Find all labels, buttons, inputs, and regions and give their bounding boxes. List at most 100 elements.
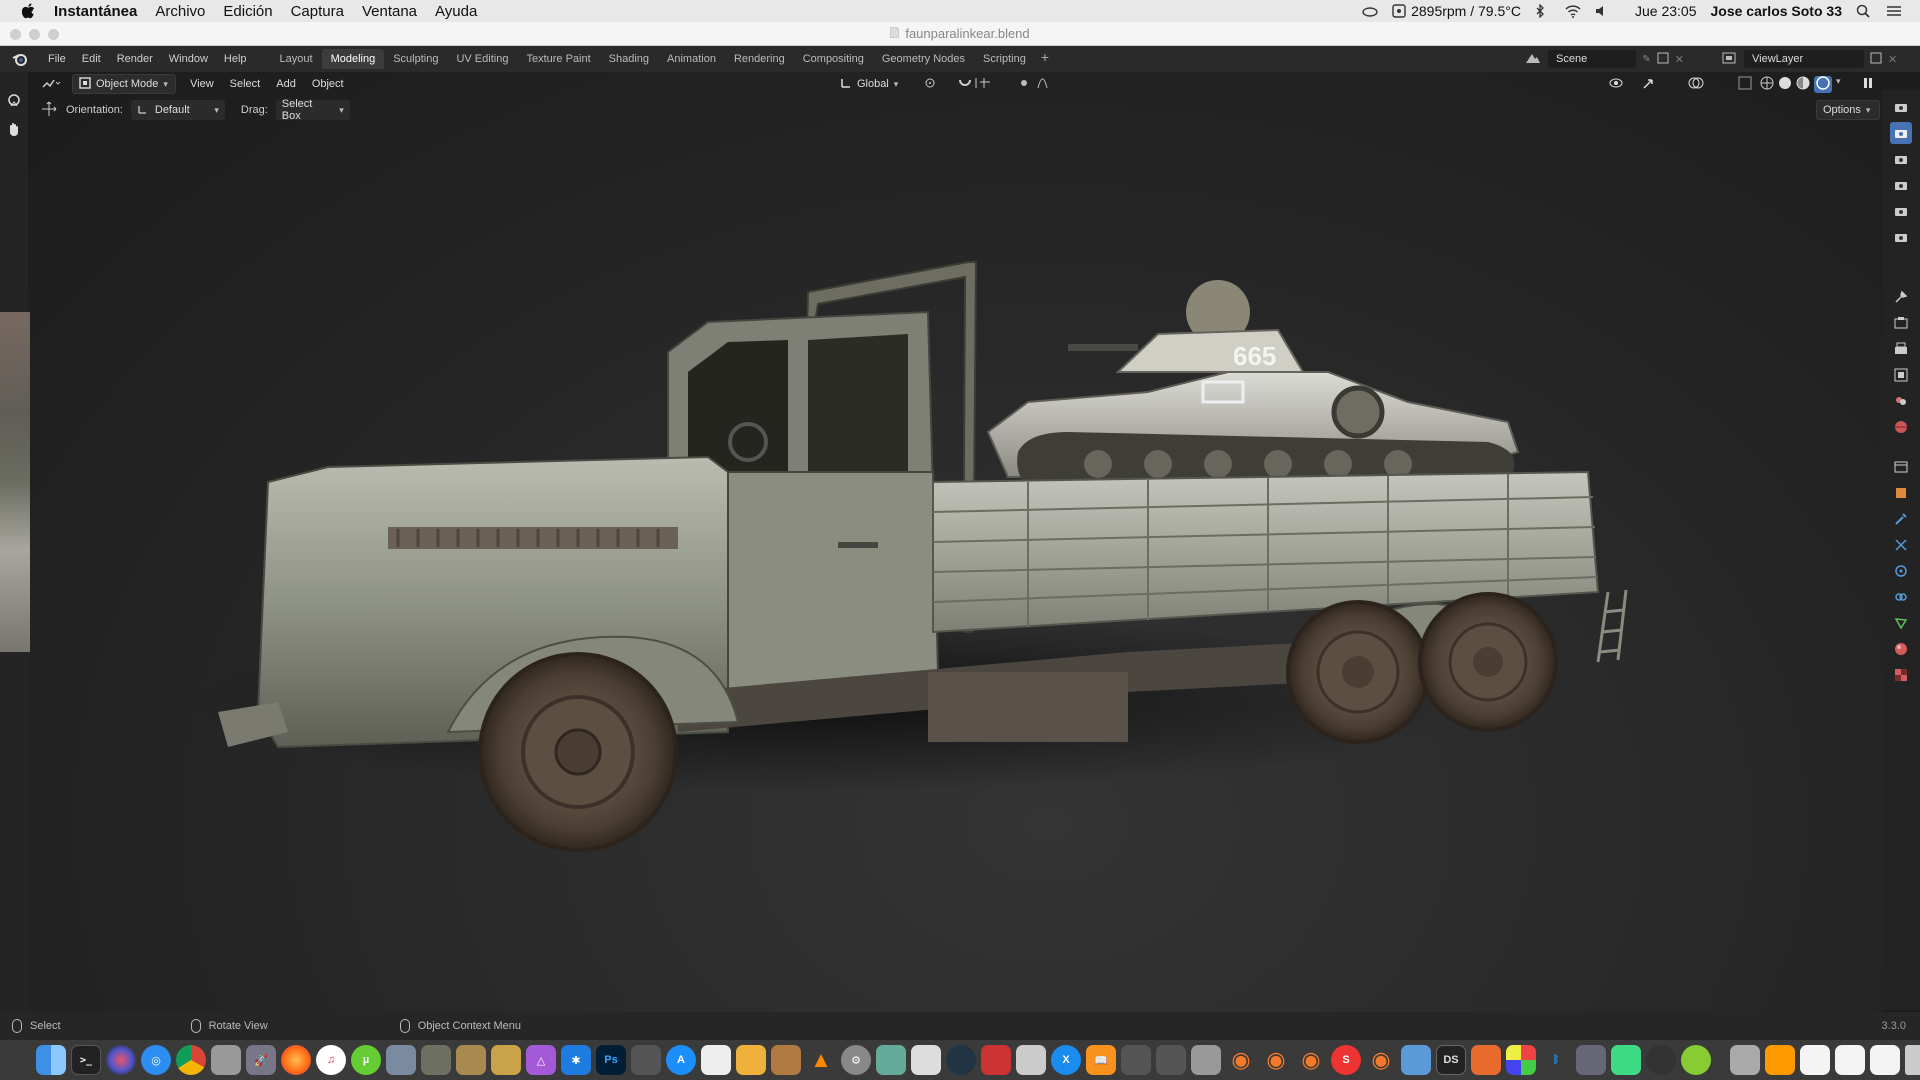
snap-icon[interactable] xyxy=(958,76,992,93)
app-icon[interactable] xyxy=(701,1045,731,1075)
app-icon[interactable] xyxy=(1506,1045,1536,1075)
scene-icon[interactable] xyxy=(1890,390,1912,412)
affinity-icon[interactable]: △ xyxy=(526,1045,556,1075)
camera-icon[interactable] xyxy=(1890,200,1912,222)
select-tool-icon[interactable] xyxy=(3,90,25,112)
blender-icon[interactable]: ◉ xyxy=(1261,1045,1291,1075)
app-icon[interactable] xyxy=(911,1045,941,1075)
tab-modeling[interactable]: Modeling xyxy=(321,49,385,69)
delete-view-layer-icon[interactable]: ✕ xyxy=(1888,53,1897,66)
rendered-shading-icon[interactable] xyxy=(1814,75,1832,93)
tab-compositing[interactable]: Compositing xyxy=(794,49,873,69)
app-icon[interactable] xyxy=(1191,1045,1221,1075)
drag-dropdown[interactable]: Select Box ▾ xyxy=(275,98,350,122)
app-icon[interactable] xyxy=(946,1045,976,1075)
cloud-icon[interactable] xyxy=(1362,4,1378,18)
object-mode-dropdown[interactable]: Object Mode ▾ xyxy=(72,74,176,94)
photoshop-icon[interactable]: Ps xyxy=(596,1045,626,1075)
app-icon[interactable] xyxy=(1681,1045,1711,1075)
chrome-icon[interactable] xyxy=(176,1045,206,1075)
music-icon[interactable]: ♫ xyxy=(316,1045,346,1075)
blender-logo-icon[interactable] xyxy=(10,50,30,68)
render-icon[interactable] xyxy=(1890,312,1912,334)
transform-orientation-dropdown[interactable]: Global ▾ xyxy=(834,74,904,94)
menu-view[interactable]: View xyxy=(182,78,222,90)
app-store-icon[interactable]: A xyxy=(666,1045,696,1075)
system-preferences-icon[interactable]: ⚙ xyxy=(841,1045,871,1075)
world-icon[interactable] xyxy=(1890,416,1912,438)
document-icon[interactable] xyxy=(1870,1045,1900,1075)
gizmo-toggle-icon[interactable] xyxy=(1642,76,1662,93)
pause-render-icon[interactable] xyxy=(1862,76,1874,93)
utorrent-icon[interactable]: µ xyxy=(351,1045,381,1075)
shading-options-icon[interactable]: ▾ xyxy=(1836,76,1841,93)
material-preview-icon[interactable] xyxy=(1796,76,1810,93)
data-icon[interactable] xyxy=(1890,612,1912,634)
editor-type-icon[interactable] xyxy=(40,76,62,93)
wifi-icon[interactable] xyxy=(1565,4,1581,18)
3d-viewport[interactable]: 665 xyxy=(28,72,1882,1012)
add-workspace-button[interactable]: + xyxy=(1035,49,1055,69)
menu-archivo[interactable]: Archivo xyxy=(155,3,205,20)
texture-icon[interactable] xyxy=(1890,664,1912,686)
apple-icon[interactable] xyxy=(18,0,40,22)
launchpad-icon[interactable]: 🚀 xyxy=(246,1045,276,1075)
particles-icon[interactable] xyxy=(1890,534,1912,556)
scene-icon[interactable] xyxy=(1524,51,1542,68)
camera-icon[interactable] xyxy=(1890,226,1912,248)
vlc-icon[interactable]: ▲ xyxy=(806,1045,836,1075)
user-name[interactable]: Jose carlos Soto 33 xyxy=(1710,3,1842,19)
blender-icon[interactable]: ◉ xyxy=(1296,1045,1326,1075)
blender-icon[interactable]: ◉ xyxy=(1366,1045,1396,1075)
constraints-icon[interactable] xyxy=(1890,586,1912,608)
delete-scene-icon[interactable]: ✕ xyxy=(1675,53,1684,66)
app-icon[interactable] xyxy=(736,1045,766,1075)
daz-studio-icon[interactable]: DS xyxy=(1436,1045,1466,1075)
overlays-toggle-icon[interactable] xyxy=(1688,76,1712,93)
menu-edicion[interactable]: Edición xyxy=(223,3,272,20)
app-icon[interactable] xyxy=(1646,1045,1676,1075)
camera-icon[interactable] xyxy=(1890,122,1912,144)
minimize-window-button[interactable] xyxy=(29,29,40,40)
tab-shading[interactable]: Shading xyxy=(600,49,658,69)
menu-edit[interactable]: Edit xyxy=(74,53,109,65)
android-icon[interactable] xyxy=(1611,1045,1641,1075)
close-window-button[interactable] xyxy=(10,29,21,40)
tab-layout[interactable]: Layout xyxy=(271,49,322,69)
wireframe-shading-icon[interactable] xyxy=(1760,76,1774,93)
menu-add[interactable]: Add xyxy=(268,78,304,90)
menu-select[interactable]: Select xyxy=(222,78,269,90)
app-icon[interactable] xyxy=(876,1045,906,1075)
new-view-layer-icon[interactable] xyxy=(1870,52,1882,67)
solid-shading-icon[interactable] xyxy=(1778,76,1792,93)
tab-uv-editing[interactable]: UV Editing xyxy=(447,49,517,69)
material-icon[interactable] xyxy=(1890,638,1912,660)
menu-file[interactable]: File xyxy=(40,53,74,65)
proportional-editing-icon[interactable] xyxy=(1018,76,1058,93)
menu-render[interactable]: Render xyxy=(109,53,161,65)
xray-toggle-icon[interactable] xyxy=(1738,76,1752,93)
xcode-icon[interactable]: X xyxy=(1051,1045,1081,1075)
app-icon[interactable] xyxy=(456,1045,486,1075)
tab-animation[interactable]: Animation xyxy=(658,49,725,69)
tab-scripting[interactable]: Scripting xyxy=(974,49,1035,69)
safari-icon[interactable]: ◎ xyxy=(141,1045,171,1075)
menu-captura[interactable]: Captura xyxy=(291,3,344,20)
bluetooth-icon[interactable] xyxy=(1535,3,1551,19)
tank-model[interactable]: 665 xyxy=(986,280,1520,492)
finder-icon[interactable] xyxy=(36,1045,66,1075)
output-icon[interactable] xyxy=(1890,338,1912,360)
pivot-point-icon[interactable] xyxy=(923,76,943,93)
books-icon[interactable]: 📖 xyxy=(1086,1045,1116,1075)
app-icon[interactable] xyxy=(1016,1045,1046,1075)
tab-geometry-nodes[interactable]: Geometry Nodes xyxy=(873,49,974,69)
modifier-icon[interactable] xyxy=(1890,508,1912,530)
zoom-window-button[interactable] xyxy=(48,29,59,40)
orientation-dropdown[interactable]: Default ▾ xyxy=(130,100,225,120)
object-icon[interactable] xyxy=(1890,482,1912,504)
app-icon[interactable] xyxy=(1471,1045,1501,1075)
menu-help[interactable]: Help xyxy=(216,53,255,65)
app-icon[interactable] xyxy=(386,1045,416,1075)
terminal-icon[interactable]: >_ xyxy=(71,1045,101,1075)
view-layer-icon[interactable] xyxy=(1890,364,1912,386)
